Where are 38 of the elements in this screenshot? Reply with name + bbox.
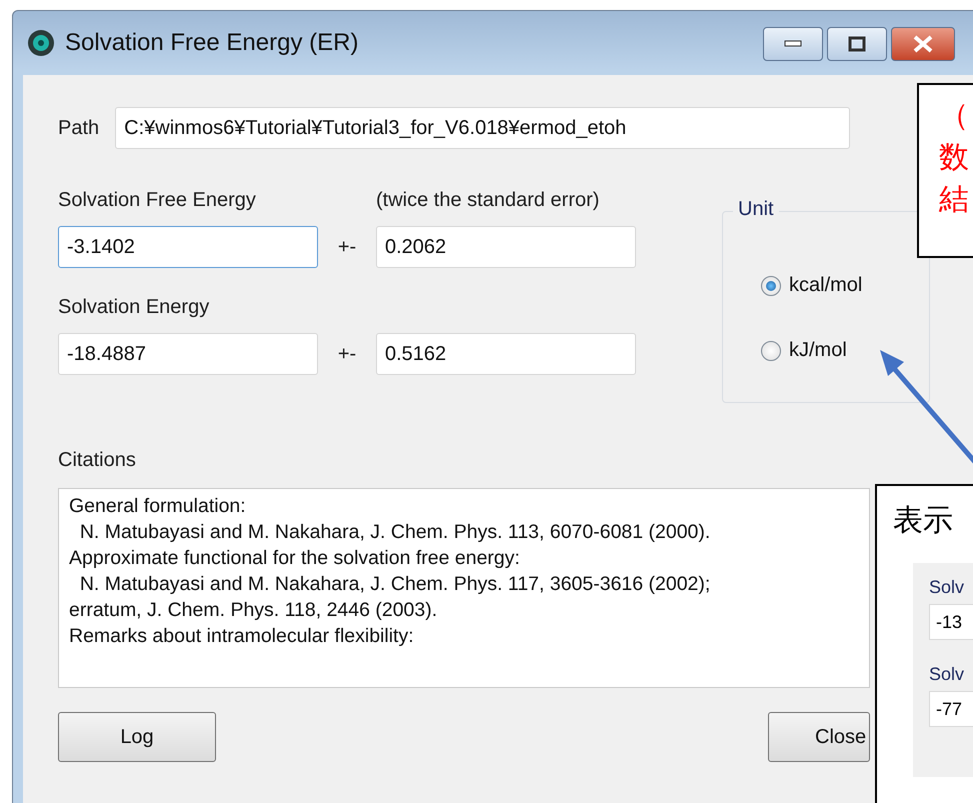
note-text: 数 [939,139,970,177]
value-field[interactable]: -18.4887 [58,333,318,375]
citation-line: General formulation: [69,494,246,519]
error-heading: (twice the standard error) [376,189,600,212]
citation-line: Remarks about intramolecular flexibility: [69,624,414,649]
field-label: Solvation Free Energy [58,189,257,212]
citation-line: N. Matubayasi and M. Nakahara, J. Chem. Phys. 117, 3605-3616 (2002); [78,572,710,597]
path-label: Path [58,116,100,140]
citations-text-area[interactable] [58,488,870,688]
note-text: （ [939,97,970,135]
plus-minus-text: +- [336,342,358,366]
path-field[interactable]: C:¥winmos6¥Tutorial¥Tutorial3_for_V6.018¥ermod_etoh [115,107,850,149]
close-icon [912,35,934,53]
citation-line: N. Matubayasi and M. Nakahara, J. Chem. Phys. 113, 6070-6081 (2000). [78,520,710,545]
value-field[interactable]: -77 [929,691,973,727]
inset-heading: 表示 [893,503,953,538]
value-field[interactable]: -3.1402 [58,226,318,268]
field-label: Solvation Energy [58,296,210,319]
value-field[interactable]: -13 [929,604,973,640]
field-label: Solv [929,577,966,598]
minimize-button[interactable] [763,27,823,61]
close-dialog-button[interactable]: Close [768,712,870,762]
close-button[interactable] [891,27,955,61]
window-title: Solvation Free Energy (ER) [65,29,358,57]
note-text: 結 [939,181,970,219]
error-field[interactable]: 0.2062 [376,226,636,268]
log-button[interactable]: Log [58,712,216,762]
citation-line: erratum, J. Chem. Phys. 118, 2446 (2003). [69,598,438,623]
maximize-button[interactable] [827,27,887,61]
unit-radio[interactable]: kcal/mol [761,274,929,297]
citation-line: Approximate functional for the solvation free energy: [69,546,520,571]
field-label: Solv [929,664,966,685]
app-icon [27,29,55,57]
minimize-icon [784,40,802,48]
error-field[interactable]: 0.5162 [376,333,636,375]
maximize-icon [848,36,866,52]
citations-label: Citations [58,449,136,471]
plus-minus-text: +- [336,236,358,258]
